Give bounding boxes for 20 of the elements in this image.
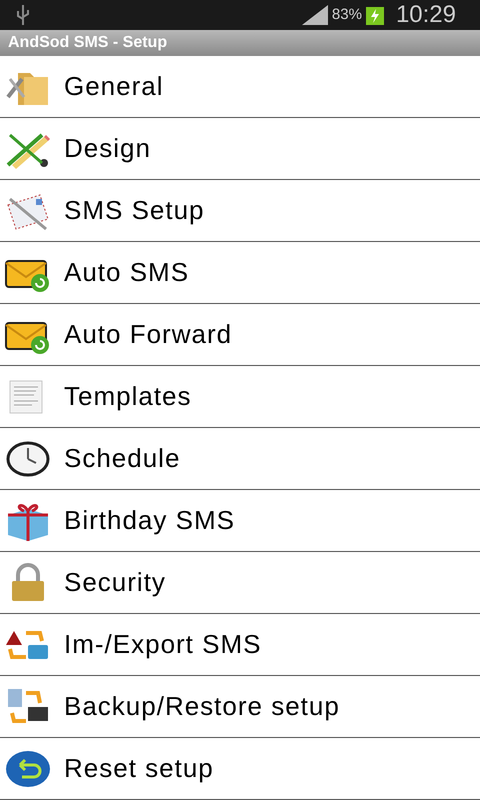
battery-icon — [366, 5, 384, 25]
clock-time: 10:29 — [396, 0, 456, 30]
menu-item[interactable]: Auto SMS — [0, 242, 480, 304]
clock-icon — [4, 438, 52, 478]
signal-icon — [302, 5, 328, 25]
menu-item[interactable]: SMS Setup — [0, 180, 480, 242]
menu-item[interactable]: Security — [0, 552, 480, 614]
menu-item[interactable]: Reset setup — [0, 738, 480, 800]
menu-item[interactable]: Im-/Export SMS — [0, 614, 480, 676]
battery-percent: 83% — [332, 4, 362, 25]
menu-item[interactable]: Templates — [0, 366, 480, 428]
usb-icon — [16, 5, 30, 25]
undo-icon — [4, 748, 52, 788]
menu-item[interactable]: Design — [0, 118, 480, 180]
window-title: AndSod SMS - Setup — [8, 33, 168, 53]
menu-item[interactable]: Schedule — [0, 428, 480, 490]
menu-item[interactable]: General — [0, 56, 480, 118]
menu-item[interactable]: Birthday SMS — [0, 490, 480, 552]
menu-item[interactable]: Auto Forward — [0, 304, 480, 366]
menu-item[interactable]: Backup/Restore setup — [0, 676, 480, 738]
